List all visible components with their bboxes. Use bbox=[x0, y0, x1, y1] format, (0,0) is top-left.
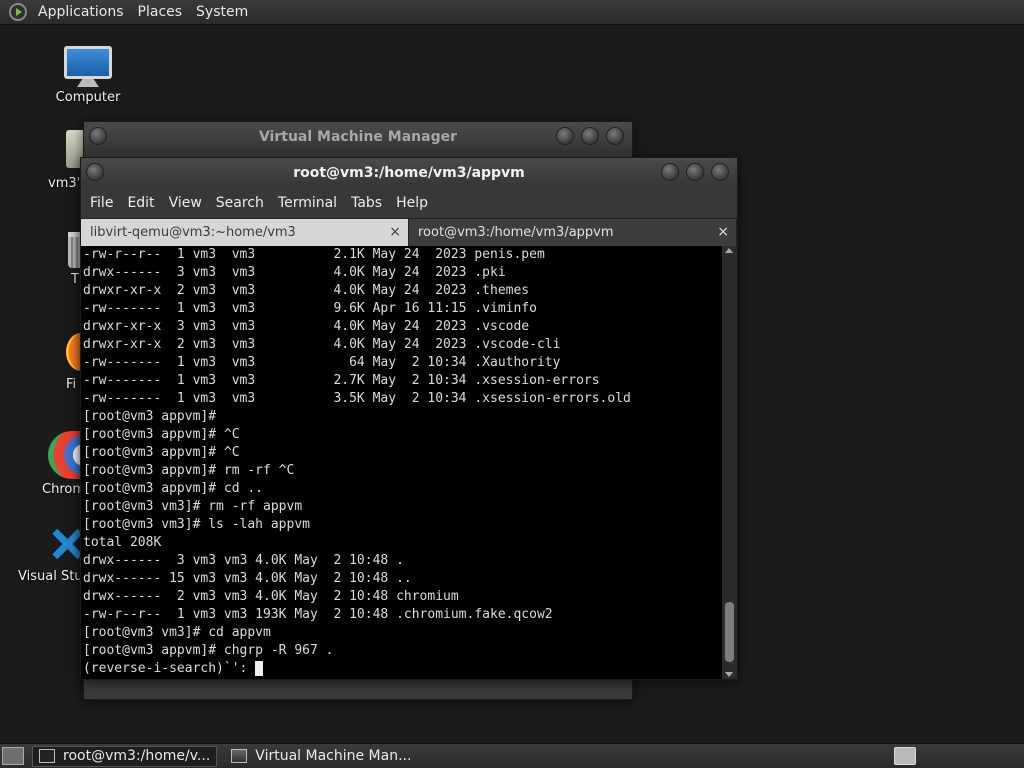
menu-file[interactable]: File bbox=[83, 195, 120, 211]
workspace-switcher-icon[interactable] bbox=[894, 747, 916, 765]
desktop-icon-label: Visual Stud bbox=[18, 569, 91, 584]
terminal-menubar: File Edit View Search Terminal Tabs Help bbox=[81, 188, 737, 218]
terminal-icon bbox=[39, 749, 55, 763]
menu-view[interactable]: View bbox=[162, 195, 209, 211]
terminal-line: drwx------ 3 vm3 vm3 4.0K May 2 10:48 . bbox=[83, 553, 404, 568]
terminal-line: [root@vm3 appvm]# ^C bbox=[83, 445, 240, 460]
desktop-icon-chrome[interactable]: Chrom bbox=[42, 431, 88, 497]
tab-close-icon[interactable]: × bbox=[717, 224, 729, 240]
applications-logo-icon[interactable] bbox=[9, 3, 27, 21]
tab-label: root@vm3:/home/vm3/appvm bbox=[418, 225, 614, 240]
terminal-line: drwx------ 2 vm3 vm3 4.0K May 2 10:48 ch… bbox=[83, 589, 459, 604]
desktop-icon-computer[interactable]: Computer bbox=[52, 46, 124, 105]
minimize-icon[interactable] bbox=[661, 163, 679, 181]
terminal-line: drwx------ 3 vm3 vm3 4.0K May 24 2023 .p… bbox=[83, 265, 506, 280]
terminal-line: -rw------- 1 vm3 vm3 3.5K May 2 10:34 .x… bbox=[83, 391, 631, 406]
top-panel: Applications Places System bbox=[0, 0, 1024, 25]
minimize-icon[interactable] bbox=[556, 127, 574, 145]
menu-tabs[interactable]: Tabs bbox=[344, 195, 389, 211]
menu-edit[interactable]: Edit bbox=[120, 195, 161, 211]
close-icon[interactable] bbox=[711, 163, 729, 181]
show-desktop-icon[interactable] bbox=[2, 747, 24, 765]
text-cursor bbox=[255, 661, 264, 676]
menu-help[interactable]: Help bbox=[389, 195, 435, 211]
terminal-line: [root@vm3 vm3]# cd appvm bbox=[83, 625, 271, 640]
terminal-line: drwxr-xr-x 2 vm3 vm3 4.0K May 24 2023 .t… bbox=[83, 283, 530, 298]
scroll-up-arrow-icon[interactable] bbox=[725, 248, 733, 253]
taskbar-item-label: Virtual Machine Man... bbox=[255, 748, 412, 764]
tab-libvirt-qemu[interactable]: libvirt-qemu@vm3:~home/vm3 × bbox=[81, 219, 409, 246]
terminal-window[interactable]: root@vm3:/home/vm3/appvm File Edit View … bbox=[80, 157, 738, 680]
taskbar-item-terminal[interactable]: root@vm3:/home/v... bbox=[32, 745, 218, 767]
desktop-icon-vscode[interactable]: Visual Stud bbox=[18, 528, 91, 584]
vmm-window-title: Virtual Machine Manager bbox=[258, 129, 458, 145]
tab-root-appvm[interactable]: root@vm3:/home/vm3/appvm × bbox=[409, 219, 737, 246]
terminal-line: -rw-r--r-- 1 vm3 vm3 2.1K May 24 2023 pe… bbox=[83, 247, 545, 262]
computer-icon bbox=[64, 46, 112, 79]
terminal-line: -rw------- 1 vm3 vm3 64 May 2 10:34 .Xau… bbox=[83, 355, 561, 370]
desktop-icon-label: Computer bbox=[55, 90, 121, 105]
terminal-line: [root@vm3 appvm]# rm -rf ^C bbox=[83, 463, 295, 478]
terminal-titlebar[interactable]: root@vm3:/home/vm3/appvm bbox=[81, 158, 737, 188]
reverse-search-prompt: (reverse-i-search)`': bbox=[83, 661, 256, 676]
terminal-line: [root@vm3 appvm]# ^C bbox=[83, 427, 240, 442]
window-menu-icon[interactable] bbox=[89, 127, 107, 145]
terminal-line: drwxr-xr-x 3 vm3 vm3 4.0K May 24 2023 .v… bbox=[83, 319, 530, 334]
terminal-line: -rw------- 1 vm3 vm3 2.7K May 2 10:34 .x… bbox=[83, 373, 600, 388]
terminal-line: -rw------- 1 vm3 vm3 9.6K Apr 16 11:15 .… bbox=[83, 301, 537, 316]
terminal-line: [root@vm3 appvm]# chgrp -R 967 . bbox=[83, 643, 334, 658]
scroll-down-arrow-icon[interactable] bbox=[725, 672, 733, 677]
desktop-icon-label: Chrom bbox=[42, 482, 85, 497]
terminal-window-title: root@vm3:/home/vm3/appvm bbox=[293, 165, 525, 181]
maximize-icon[interactable] bbox=[581, 127, 599, 145]
menu-terminal[interactable]: Terminal bbox=[271, 195, 344, 211]
tab-close-icon[interactable]: × bbox=[389, 224, 401, 240]
terminal-line: drwxr-xr-x 2 vm3 vm3 4.0K May 24 2023 .v… bbox=[83, 337, 561, 352]
taskbar-item-label: root@vm3:/home/v... bbox=[63, 748, 211, 764]
close-icon[interactable] bbox=[606, 127, 624, 145]
window-menu-icon[interactable] bbox=[86, 163, 104, 181]
terminal-line: -rw-r--r-- 1 vm3 vm3 193K May 2 10:48 .c… bbox=[83, 607, 553, 622]
terminal-output[interactable]: -rw-r--r-- 1 vm3 vm3 2.1K May 24 2023 pe… bbox=[81, 246, 722, 679]
terminal-line: [root@vm3 appvm]# cd .. bbox=[83, 481, 264, 496]
maximize-icon[interactable] bbox=[686, 163, 704, 181]
vmm-icon bbox=[231, 749, 248, 763]
terminal-scrollbar[interactable] bbox=[722, 246, 737, 679]
terminal-line: total 208K bbox=[83, 535, 162, 550]
taskbar-item-vmm[interactable]: Virtual Machine Man... bbox=[225, 746, 417, 767]
menu-places[interactable]: Places bbox=[131, 0, 190, 25]
tab-label: libvirt-qemu@vm3:~home/vm3 bbox=[90, 225, 296, 240]
menu-system[interactable]: System bbox=[189, 0, 255, 25]
terminal-line: [root@vm3 vm3]# ls -lah appvm bbox=[83, 517, 310, 532]
scrollbar-thumb[interactable] bbox=[725, 602, 734, 662]
terminal-tabs: libvirt-qemu@vm3:~home/vm3 × root@vm3:/h… bbox=[81, 218, 737, 246]
terminal-line: [root@vm3 vm3]# rm -rf appvm bbox=[83, 499, 303, 514]
computer-icon-base bbox=[77, 79, 99, 87]
terminal-prompt-line[interactable]: (reverse-i-search)`': bbox=[83, 660, 722, 678]
desktop-icon-label: vm3' bbox=[48, 176, 81, 191]
desktop-icon-drive[interactable]: vm3' bbox=[48, 130, 96, 191]
vmm-titlebar[interactable]: Virtual Machine Manager bbox=[84, 122, 632, 152]
terminal-line: [root@vm3 appvm]# bbox=[83, 409, 217, 424]
terminal-line: drwx------ 15 vm3 vm3 4.0K May 2 10:48 .… bbox=[83, 571, 412, 586]
menu-search[interactable]: Search bbox=[209, 195, 271, 211]
menu-applications[interactable]: Applications bbox=[31, 0, 131, 25]
bottom-panel: root@vm3:/home/v... Virtual Machine Man.… bbox=[0, 743, 1024, 768]
